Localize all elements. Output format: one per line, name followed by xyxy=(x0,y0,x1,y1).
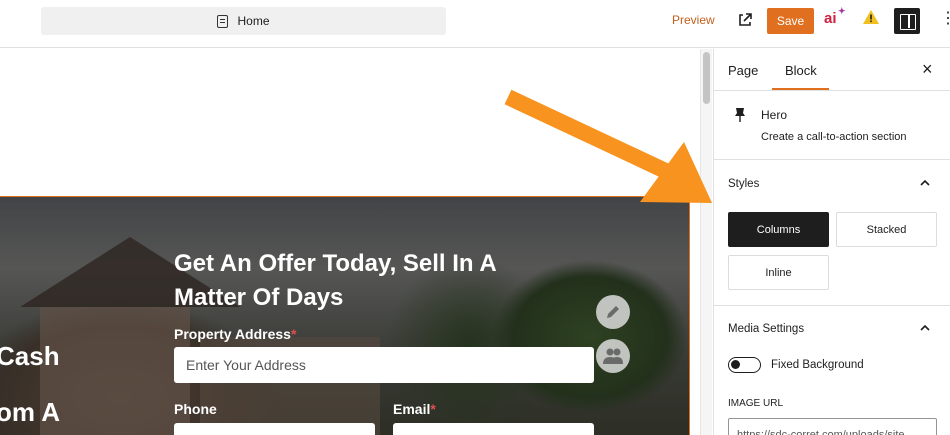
block-card: Hero Create a call-to-action section xyxy=(714,91,950,160)
chevron-up-icon[interactable] xyxy=(920,178,930,188)
users-icon xyxy=(603,348,623,364)
divider xyxy=(714,305,950,306)
pencil-icon xyxy=(607,306,619,318)
fixed-background-label: Fixed Background xyxy=(771,359,864,371)
tab-page[interactable]: Page xyxy=(728,63,758,78)
tab-block[interactable]: Block xyxy=(785,63,817,78)
scrollbar-thumb[interactable] xyxy=(703,52,710,104)
block-name: Hero xyxy=(761,108,788,122)
required-mark: * xyxy=(430,401,436,417)
edit-pencil-button[interactable] xyxy=(596,295,630,329)
styles-heading[interactable]: Styles xyxy=(728,178,759,190)
ai-label: ai xyxy=(824,10,837,27)
document-icon xyxy=(217,14,229,28)
document-title: Home xyxy=(237,14,270,28)
top-toolbar: Home Preview Save ai ✦ ⋮ xyxy=(0,0,950,48)
email-input[interactable] xyxy=(393,423,594,435)
address-placeholder: Enter Your Address xyxy=(186,357,306,373)
chevron-up-icon[interactable] xyxy=(920,323,930,333)
style-inline-button[interactable]: Inline xyxy=(728,255,829,290)
hero-block[interactable]: Get An Offer Today, Sell In A Matter Of … xyxy=(0,196,690,435)
required-mark: * xyxy=(290,326,297,342)
document-bar[interactable]: Home xyxy=(41,7,446,35)
style-stacked-button[interactable]: Stacked xyxy=(836,212,937,247)
close-icon[interactable]: × xyxy=(922,59,933,80)
more-options-icon[interactable]: ⋮ xyxy=(940,11,950,27)
property-address-label: Property Address* xyxy=(174,326,296,342)
external-link-icon[interactable] xyxy=(737,12,753,28)
block-description: Create a call-to-action section xyxy=(761,131,907,143)
style-columns-button[interactable]: Columns xyxy=(728,212,829,247)
property-address-input[interactable]: Enter Your Address xyxy=(174,347,594,383)
sparkle-icon: ✦ xyxy=(838,6,846,16)
image-url-input[interactable]: https://sdc-corret.com/uploads/site xyxy=(728,418,937,435)
phone-input[interactable] xyxy=(174,423,375,435)
save-button[interactable]: Save xyxy=(767,8,814,34)
pin-icon xyxy=(735,108,745,122)
image-url-label: IMAGE URL xyxy=(728,398,784,409)
email-label: Email* xyxy=(393,401,436,417)
editor-window: Home Preview Save ai ✦ ⋮ Get An Offer To… xyxy=(0,0,950,435)
warning-icon[interactable] xyxy=(862,9,880,25)
ai-sparkle-icon[interactable]: ai ✦ xyxy=(824,6,846,27)
canvas-scrollbar[interactable] xyxy=(700,49,712,435)
sidebar-tabs: Page Block × xyxy=(714,49,950,91)
sidebar-toggle-icon[interactable] xyxy=(894,8,920,34)
email-text: Email xyxy=(393,401,431,417)
preview-link[interactable]: Preview xyxy=(672,13,715,27)
media-settings-heading[interactable]: Media Settings xyxy=(728,323,804,335)
fixed-background-toggle[interactable] xyxy=(728,357,761,373)
hero-title[interactable]: Get An Offer Today, Sell In A Matter Of … xyxy=(174,247,574,315)
hero-left-text[interactable]: Cash xyxy=(0,341,60,372)
hero-overlay xyxy=(0,197,689,435)
active-tab-indicator xyxy=(772,88,829,90)
editor-canvas: Get An Offer Today, Sell In A Matter Of … xyxy=(0,49,700,435)
property-address-text: Property Address xyxy=(174,326,291,342)
hero-left-text[interactable]: om A xyxy=(0,397,60,428)
phone-label: Phone xyxy=(174,401,217,417)
settings-sidebar: Page Block × Hero Create a call-to-actio… xyxy=(713,49,950,435)
users-button[interactable] xyxy=(596,339,630,373)
